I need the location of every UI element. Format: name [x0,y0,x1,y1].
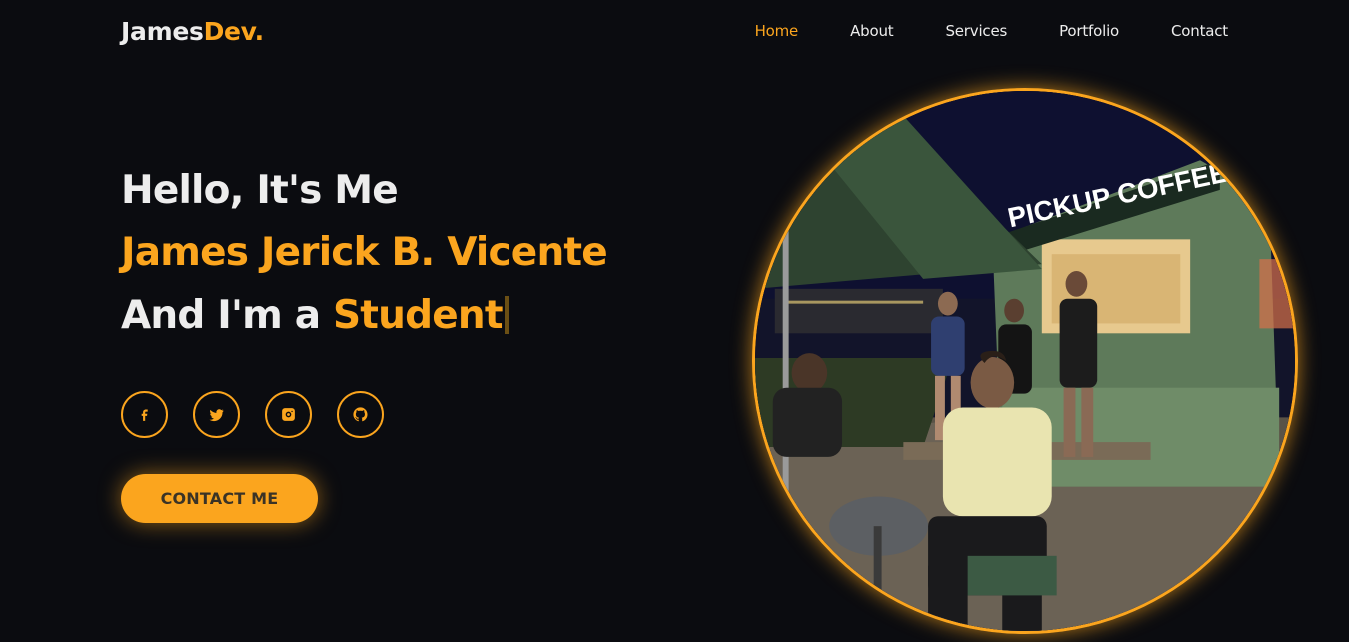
hero-name: James Jerick B. Vicente [121,230,608,275]
profile-photo: PICKUP COFFEE [752,88,1298,634]
nav-home[interactable]: Home [755,22,799,40]
hero-role-line: And I'm a Student [121,293,509,338]
nav-about[interactable]: About [850,22,894,40]
hero-role-prefix: And I'm a [121,293,334,338]
twitter-icon [209,409,224,422]
instagram-link[interactable] [265,391,312,438]
nav-services[interactable]: Services [945,22,1007,40]
nav-contact[interactable]: Contact [1171,22,1228,40]
facebook-icon [141,409,148,421]
hero-role: Student [333,293,503,338]
twitter-link[interactable] [193,391,240,438]
social-links [121,391,409,438]
hero-greeting: Hello, It's Me [121,168,399,213]
logo-main: James [121,17,204,46]
instagram-icon [282,408,295,421]
typing-caret [504,296,509,334]
site-header: JamesDev. Home About Services Portfolio … [0,0,1349,66]
contact-me-button[interactable]: CONTACT ME [121,474,318,523]
logo[interactable]: JamesDev. [121,17,264,46]
logo-accent: Dev. [203,17,265,46]
main-nav: Home About Services Portfolio Contact [755,22,1229,40]
github-link[interactable] [337,391,384,438]
nav-portfolio[interactable]: Portfolio [1059,22,1119,40]
page: JamesDev. Home About Services Portfolio … [0,0,1349,642]
github-icon [353,407,368,422]
coffee-stall-photo: PICKUP COFFEE [755,91,1295,631]
facebook-link[interactable] [121,391,168,438]
